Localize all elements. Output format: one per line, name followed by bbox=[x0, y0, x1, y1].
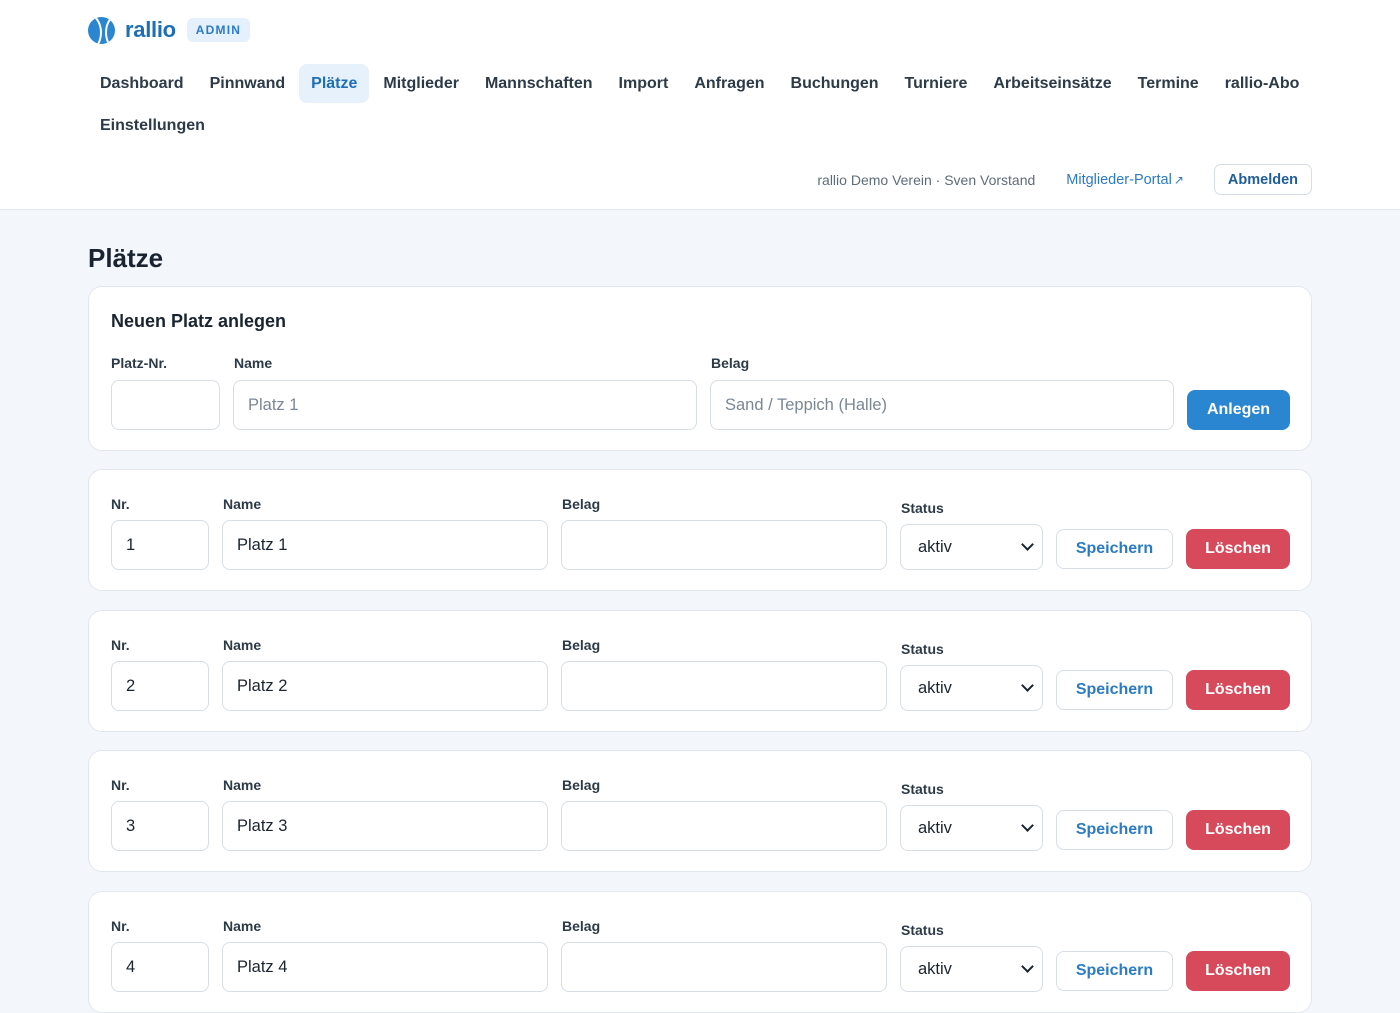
new-court-surface-input[interactable] bbox=[710, 380, 1174, 430]
court-status-label: Status bbox=[901, 641, 944, 657]
court-row-card: Nr. Name Belag Status aktiv Speichern Löschen bbox=[88, 610, 1312, 732]
nav-item-6[interactable]: Anfragen bbox=[682, 64, 776, 103]
nav-item-2[interactable]: Plätze bbox=[299, 64, 370, 103]
nav-item-12[interactable]: Einstellungen bbox=[88, 106, 217, 145]
court-nr-label: Nr. bbox=[111, 777, 130, 793]
new-court-card: Neuen Platz anlegen Platz-Nr. Name Belag… bbox=[88, 286, 1312, 451]
nav-item-5[interactable]: Import bbox=[607, 64, 681, 103]
delete-court-button[interactable]: Löschen bbox=[1186, 951, 1290, 991]
nav-item-9[interactable]: Arbeitseinsätze bbox=[981, 64, 1123, 103]
user-info: rallio Demo Verein · Sven Vorstand bbox=[817, 171, 1036, 188]
court-nr-input[interactable] bbox=[111, 942, 209, 992]
court-nr-label: Nr. bbox=[111, 496, 130, 512]
nav-item-0[interactable]: Dashboard bbox=[88, 64, 196, 103]
new-court-surface-label: Belag bbox=[711, 355, 750, 371]
app-header: rallio ADMIN Dashboard Pinnwand Plätze Mitg… bbox=[0, 0, 1400, 210]
user-bar: rallio Demo Verein · Sven Vorstand Mitgl… bbox=[817, 164, 1312, 195]
court-nr-label: Nr. bbox=[111, 637, 130, 653]
nav-item-4[interactable]: Mannschaften bbox=[473, 64, 605, 103]
portal-link-label: Mitglieder-Portal bbox=[1066, 171, 1172, 188]
delete-court-button[interactable]: Löschen bbox=[1186, 529, 1290, 569]
main-nav: Dashboard Pinnwand Plätze Mitglieder Mannsch… bbox=[88, 64, 1318, 145]
delete-court-button[interactable]: Löschen bbox=[1186, 670, 1290, 710]
court-nr-input[interactable] bbox=[111, 661, 209, 711]
court-status-value: aktiv bbox=[918, 959, 952, 978]
nav-item-8[interactable]: Turniere bbox=[893, 64, 980, 103]
court-status-label: Status bbox=[901, 500, 944, 516]
nav-item-7[interactable]: Buchungen bbox=[779, 64, 891, 103]
court-status-value: aktiv bbox=[918, 537, 952, 556]
court-surface-label: Belag bbox=[562, 496, 601, 512]
court-status-label: Status bbox=[901, 781, 944, 797]
chevron-down-icon bbox=[1021, 538, 1034, 551]
save-court-button[interactable]: Speichern bbox=[1056, 670, 1173, 710]
new-court-title: Neuen Platz anlegen bbox=[111, 311, 287, 331]
new-court-nr-input[interactable] bbox=[111, 380, 220, 430]
court-name-input[interactable] bbox=[222, 801, 548, 851]
brand[interactable]: rallio ADMIN bbox=[88, 16, 251, 44]
court-surface-label: Belag bbox=[562, 637, 601, 653]
create-court-button[interactable]: Anlegen bbox=[1187, 390, 1290, 430]
court-surface-input[interactable] bbox=[561, 520, 887, 570]
court-row-card: Nr. Name Belag Status aktiv Speichern Löschen bbox=[88, 750, 1312, 872]
chevron-down-icon bbox=[1021, 679, 1034, 692]
save-court-button[interactable]: Speichern bbox=[1056, 810, 1173, 850]
court-status-select[interactable]: aktiv bbox=[900, 805, 1043, 851]
member-portal-link[interactable]: Mitglieder-Portal ↗ bbox=[1066, 172, 1184, 188]
court-row-card: Nr. Name Belag Status aktiv Speichern Löschen bbox=[88, 891, 1312, 1013]
tennis-ball-icon bbox=[88, 16, 115, 44]
court-nr-input[interactable] bbox=[111, 520, 209, 570]
new-court-name-input[interactable] bbox=[233, 380, 697, 430]
chevron-down-icon bbox=[1021, 960, 1034, 973]
page-title: Plätze bbox=[88, 243, 164, 273]
court-surface-label: Belag bbox=[562, 777, 601, 793]
new-court-name-label: Name bbox=[234, 355, 273, 371]
court-surface-input[interactable] bbox=[561, 661, 887, 711]
nav-item-11[interactable]: rallio-Abo bbox=[1213, 64, 1312, 103]
court-name-label: Name bbox=[223, 496, 262, 512]
court-name-input[interactable] bbox=[222, 520, 548, 570]
court-nr-input[interactable] bbox=[111, 801, 209, 851]
nav-item-10[interactable]: Termine bbox=[1126, 64, 1211, 103]
delete-court-button[interactable]: Löschen bbox=[1186, 810, 1290, 850]
chevron-down-icon bbox=[1021, 819, 1034, 832]
logout-button[interactable]: Abmelden bbox=[1213, 164, 1312, 195]
court-status-label: Status bbox=[901, 922, 944, 938]
save-court-button[interactable]: Speichern bbox=[1056, 529, 1173, 569]
nav-item-3[interactable]: Mitglieder bbox=[371, 64, 471, 103]
court-name-input[interactable] bbox=[222, 942, 548, 992]
court-surface-label: Belag bbox=[562, 918, 601, 934]
court-surface-input[interactable] bbox=[561, 801, 887, 851]
court-row-card: Nr. Name Belag Status aktiv Speichern Löschen bbox=[88, 469, 1312, 591]
court-status-value: aktiv bbox=[918, 818, 952, 837]
court-status-select[interactable]: aktiv bbox=[900, 665, 1043, 711]
court-name-input[interactable] bbox=[222, 661, 548, 711]
save-court-button[interactable]: Speichern bbox=[1056, 951, 1173, 991]
court-status-value: aktiv bbox=[918, 678, 952, 697]
court-status-select[interactable]: aktiv bbox=[900, 524, 1043, 570]
court-name-label: Name bbox=[223, 637, 262, 653]
court-status-select[interactable]: aktiv bbox=[900, 946, 1043, 992]
brand-name: rallio bbox=[125, 17, 176, 42]
court-name-label: Name bbox=[223, 918, 262, 934]
court-name-label: Name bbox=[223, 777, 262, 793]
court-surface-input[interactable] bbox=[561, 942, 887, 992]
nav-item-1[interactable]: Pinnwand bbox=[198, 64, 298, 103]
external-link-icon: ↗ bbox=[1173, 172, 1184, 187]
new-court-nr-label: Platz-Nr. bbox=[111, 355, 168, 371]
admin-badge: ADMIN bbox=[186, 18, 251, 42]
court-nr-label: Nr. bbox=[111, 918, 130, 934]
